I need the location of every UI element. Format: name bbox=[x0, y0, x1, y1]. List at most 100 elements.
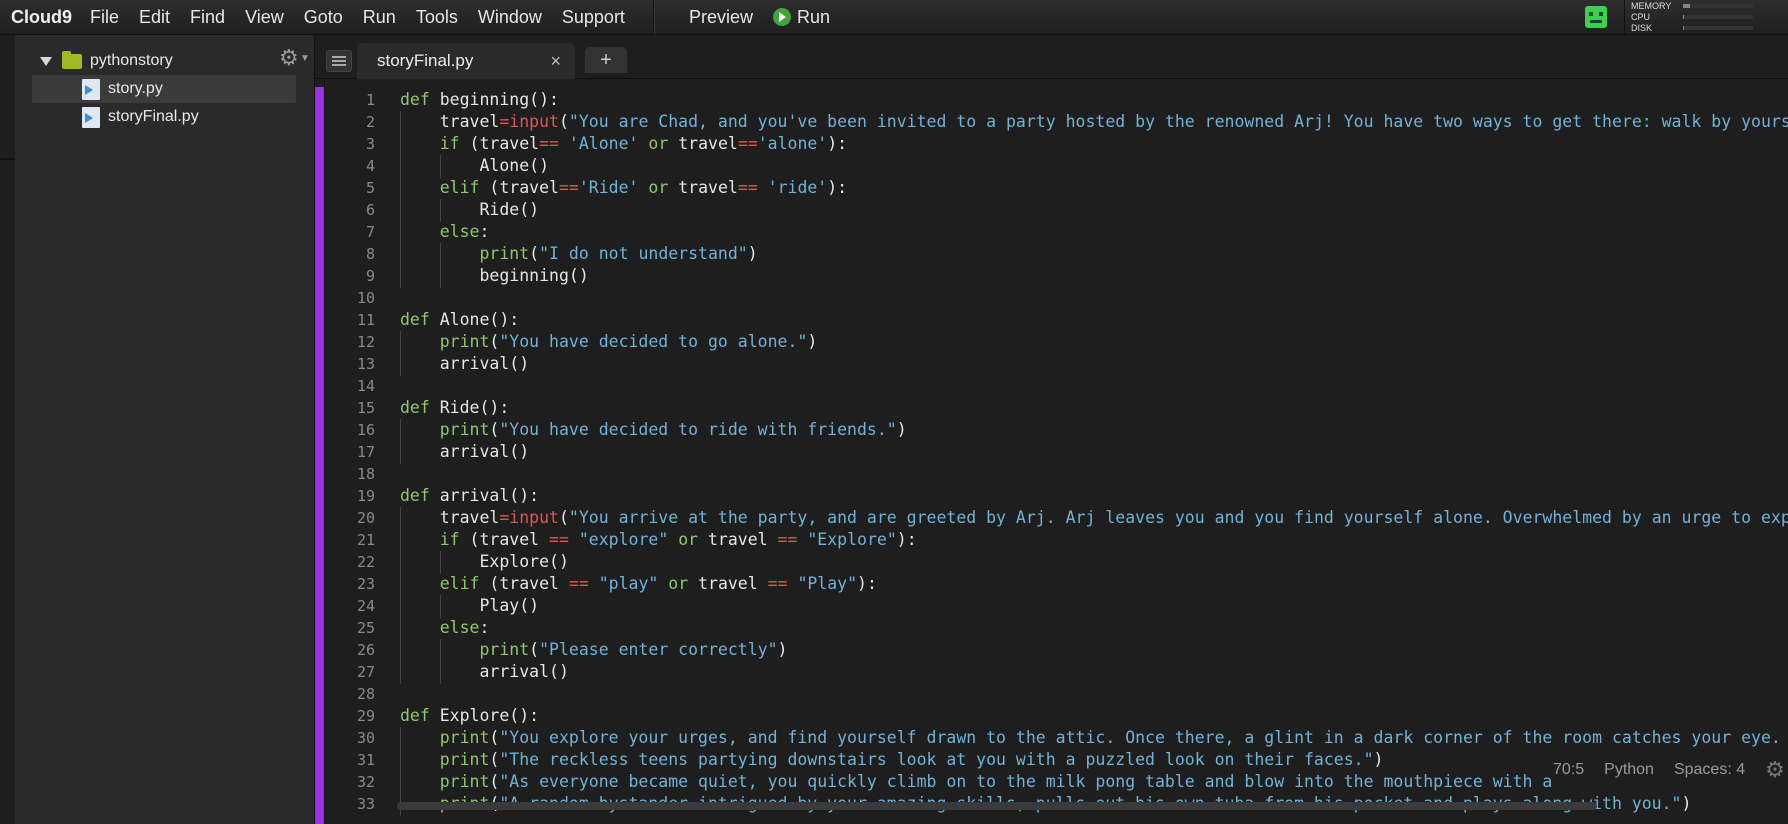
line-source: else: bbox=[400, 221, 489, 244]
code-line[interactable]: 13 arrival() bbox=[315, 353, 1788, 376]
line-source: def Alone(): bbox=[400, 310, 520, 329]
code-line[interactable]: 17 arrival() bbox=[315, 441, 1788, 464]
tree-file-storyfinal[interactable]: storyFinal.py bbox=[32, 103, 296, 131]
code-line[interactable]: 18 bbox=[315, 463, 1788, 485]
line-number[interactable]: 5 bbox=[315, 177, 375, 199]
code-line[interactable]: 28 bbox=[315, 683, 1788, 705]
code-line[interactable]: 25 else: bbox=[315, 617, 1788, 640]
line-number[interactable]: 22 bbox=[315, 551, 375, 573]
code-line[interactable]: 3 if (travel== 'Alone' or travel=='alone… bbox=[315, 133, 1788, 156]
code-line[interactable]: 8 print("I do not understand") bbox=[315, 243, 1788, 266]
code-line[interactable]: 9 beginning() bbox=[315, 265, 1788, 288]
code-line[interactable]: 23 elif (travel == "play" or travel == "… bbox=[315, 573, 1788, 596]
left-panel-strip[interactable] bbox=[0, 35, 16, 824]
avatar[interactable] bbox=[1585, 6, 1607, 28]
line-number[interactable]: 7 bbox=[315, 221, 375, 243]
code-line[interactable]: 27 arrival() bbox=[315, 661, 1788, 684]
code-line[interactable]: 14 bbox=[315, 375, 1788, 397]
code-line[interactable]: 12 print("You have decided to go alone."… bbox=[315, 331, 1788, 354]
code-line[interactable]: 5 elif (travel=='Ride' or travel== 'ride… bbox=[315, 177, 1788, 200]
menu-tools[interactable]: Tools bbox=[406, 7, 468, 28]
line-number[interactable]: 18 bbox=[315, 463, 375, 485]
code-line[interactable]: 6 Ride() bbox=[315, 199, 1788, 222]
code-line[interactable]: 30 print("You explore your urges, and fi… bbox=[315, 727, 1788, 750]
code-line[interactable]: 11 def Alone(): bbox=[315, 309, 1788, 331]
code-editor[interactable]: 1 def beginning(): 2 travel=input("You are… bbox=[315, 79, 1788, 824]
line-number[interactable]: 17 bbox=[315, 441, 375, 463]
tree-folder-pythonstory[interactable]: pythonstory bbox=[40, 47, 300, 75]
line-number[interactable]: 1 bbox=[315, 89, 375, 111]
menu-window[interactable]: Window bbox=[468, 7, 552, 28]
code-line[interactable]: 26 print("Please enter correctly") bbox=[315, 639, 1788, 662]
menu-file[interactable]: File bbox=[80, 7, 129, 28]
line-number[interactable]: 8 bbox=[315, 243, 375, 265]
line-number[interactable]: 33 bbox=[315, 793, 375, 815]
tab-storyfinal[interactable]: storyFinal.py × bbox=[357, 43, 575, 79]
code-line[interactable]: 7 else: bbox=[315, 221, 1788, 244]
menu-edit[interactable]: Edit bbox=[129, 7, 180, 28]
line-number[interactable]: 9 bbox=[315, 265, 375, 287]
line-number[interactable]: 2 bbox=[315, 111, 375, 133]
line-number[interactable]: 10 bbox=[315, 287, 375, 309]
line-number[interactable]: 15 bbox=[315, 397, 375, 419]
code-line[interactable]: 1 def beginning(): bbox=[315, 89, 1788, 111]
line-number[interactable]: 4 bbox=[315, 155, 375, 177]
settings-gear-icon[interactable]: ⚙ bbox=[1765, 757, 1785, 783]
line-number[interactable]: 16 bbox=[315, 419, 375, 441]
code-line[interactable]: 10 bbox=[315, 287, 1788, 309]
line-number[interactable]: 11 bbox=[315, 309, 375, 331]
app-logo[interactable]: Cloud9 bbox=[11, 7, 72, 28]
menu-support[interactable]: Support bbox=[552, 7, 635, 28]
line-number[interactable]: 21 bbox=[315, 529, 375, 551]
line-number[interactable]: 27 bbox=[315, 661, 375, 683]
python-file-icon bbox=[82, 78, 100, 100]
line-source: arrival() bbox=[400, 661, 569, 684]
code-line[interactable]: 2 travel=input("You are Chad, and you've… bbox=[315, 111, 1788, 134]
indent-setting[interactable]: Spaces: 4 bbox=[1674, 761, 1745, 779]
line-source: arrival() bbox=[400, 441, 529, 464]
preview-button[interactable]: Preview bbox=[679, 7, 763, 28]
menu-view[interactable]: View bbox=[235, 7, 294, 28]
status-bar: 70:5 Python Spaces: 4 ⚙ bbox=[1553, 755, 1785, 785]
code-line[interactable]: 4 Alone() bbox=[315, 155, 1788, 178]
horizontal-scrollbar[interactable] bbox=[397, 802, 1597, 810]
language-mode[interactable]: Python bbox=[1604, 761, 1654, 779]
line-number[interactable]: 31 bbox=[315, 749, 375, 771]
line-number[interactable]: 26 bbox=[315, 639, 375, 661]
expand-arrow-icon[interactable] bbox=[40, 56, 52, 66]
line-number[interactable]: 25 bbox=[315, 617, 375, 639]
cursor-position[interactable]: 70:5 bbox=[1553, 761, 1584, 779]
close-icon[interactable]: × bbox=[550, 51, 561, 72]
line-number[interactable]: 32 bbox=[315, 771, 375, 793]
tab-bar: storyFinal.py × + bbox=[315, 35, 1788, 79]
line-number[interactable]: 3 bbox=[315, 133, 375, 155]
code-line[interactable]: 21 if (travel == "explore" or travel == … bbox=[315, 529, 1788, 552]
code-line[interactable]: 19 def arrival(): bbox=[315, 485, 1788, 507]
line-number[interactable]: 14 bbox=[315, 375, 375, 397]
code-line[interactable]: 20 travel=input("You arrive at the party… bbox=[315, 507, 1788, 530]
run-button[interactable]: Run bbox=[772, 7, 830, 28]
code-line[interactable]: 16 print("You have decided to ride with … bbox=[315, 419, 1788, 442]
line-number[interactable]: 20 bbox=[315, 507, 375, 529]
line-number[interactable]: 19 bbox=[315, 485, 375, 507]
code-line[interactable]: 29 def Explore(): bbox=[315, 705, 1788, 727]
menu-run[interactable]: Run bbox=[353, 7, 406, 28]
line-number[interactable]: 23 bbox=[315, 573, 375, 595]
line-number[interactable]: 29 bbox=[315, 705, 375, 727]
new-tab-button[interactable]: + bbox=[585, 47, 627, 73]
line-number[interactable]: 12 bbox=[315, 331, 375, 353]
line-source: def Ride(): bbox=[400, 398, 510, 417]
line-number[interactable]: 24 bbox=[315, 595, 375, 617]
menu-find[interactable]: Find bbox=[180, 7, 235, 28]
tree-file-story[interactable]: story.py bbox=[32, 75, 296, 103]
code-line[interactable]: 22 Explore() bbox=[315, 551, 1788, 574]
line-number[interactable]: 28 bbox=[315, 683, 375, 705]
menu-goto[interactable]: Goto bbox=[294, 7, 353, 28]
outline-toggle-icon[interactable] bbox=[326, 50, 352, 72]
line-number[interactable]: 30 bbox=[315, 727, 375, 749]
line-number[interactable]: 6 bbox=[315, 199, 375, 221]
code-line[interactable]: 24 Play() bbox=[315, 595, 1788, 618]
code-line[interactable]: 15 def Ride(): bbox=[315, 397, 1788, 419]
code-lines[interactable]: 1 def beginning(): 2 travel=input("You are… bbox=[315, 89, 1788, 816]
line-number[interactable]: 13 bbox=[315, 353, 375, 375]
